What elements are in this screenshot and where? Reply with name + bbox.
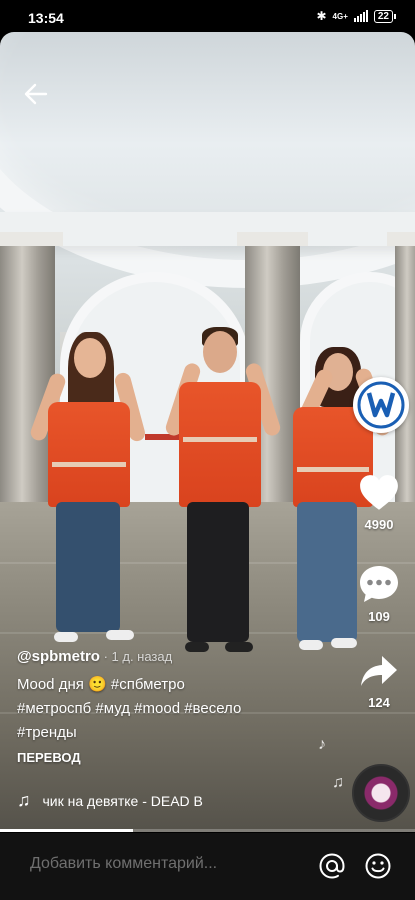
floating-note-icon-2: ♫	[332, 774, 344, 791]
share-count: 124	[368, 695, 390, 710]
creator-avatar[interactable]	[353, 377, 409, 433]
bluetooth-icon: ✱	[316, 9, 327, 23]
comment-input[interactable]: Добавить комментарий...	[30, 855, 217, 873]
like-count: 4990	[364, 517, 394, 532]
back-arrow-icon[interactable]	[22, 80, 50, 108]
comment-count: 109	[368, 609, 390, 624]
post-time: · 1 д. назад	[99, 649, 173, 664]
spb-metro-logo-icon	[357, 381, 405, 429]
video-player[interactable]: 4990 109 124 @spbmetro · 1 д. назад Mood…	[0, 32, 415, 832]
caption-line-2[interactable]: #метроспб #муд #mood #весело	[17, 697, 337, 721]
caption-description: Mood дня 🙂 #спбметро #метроспб #муд #moo…	[17, 673, 337, 745]
dancer-left	[28, 332, 150, 652]
share-action[interactable]: 124	[354, 654, 404, 710]
battery-icon: 22	[373, 9, 397, 23]
caption-line-3[interactable]: #тренды	[17, 721, 337, 745]
network-label: 4G+	[332, 11, 348, 21]
comment-bubble-icon[interactable]	[358, 564, 400, 604]
caption-line-1[interactable]: Mood дня 🙂 #спбметро	[17, 673, 337, 697]
mention-at-icon[interactable]	[318, 852, 346, 880]
video-caption: @spbmetro · 1 д. назад Mood дня 🙂 #спбме…	[17, 648, 337, 765]
video-progress-fill	[0, 829, 133, 832]
status-time: 13:54	[28, 10, 64, 26]
status-bar: 13:54 ✱ 4G+ 22	[0, 0, 415, 32]
music-disc[interactable]	[352, 764, 410, 822]
translate-button[interactable]: ПЕРЕВОД	[17, 750, 337, 765]
floating-note-icon: ♪	[318, 736, 326, 753]
dancer-center	[163, 327, 283, 657]
share-arrow-icon[interactable]	[359, 654, 399, 690]
signal-icon	[353, 10, 368, 22]
emoji-icon[interactable]	[364, 852, 392, 880]
status-icons: ✱ 4G+ 22	[316, 9, 397, 23]
video-progress[interactable]	[0, 829, 415, 832]
ceiling-vault	[0, 32, 415, 288]
like-action[interactable]: 4990	[354, 474, 404, 532]
music-info[interactable]: ♫ чик на девятке - DEAD B	[17, 790, 253, 811]
comment-action[interactable]: 109	[354, 564, 404, 624]
author-handle[interactable]: @spbmetro	[17, 648, 100, 665]
heart-icon[interactable]	[358, 474, 400, 512]
comment-bar: Добавить комментарий...	[0, 833, 415, 900]
music-note-icon: ♫	[17, 790, 31, 810]
music-title[interactable]: чик на девятке - DEAD B	[43, 793, 253, 809]
